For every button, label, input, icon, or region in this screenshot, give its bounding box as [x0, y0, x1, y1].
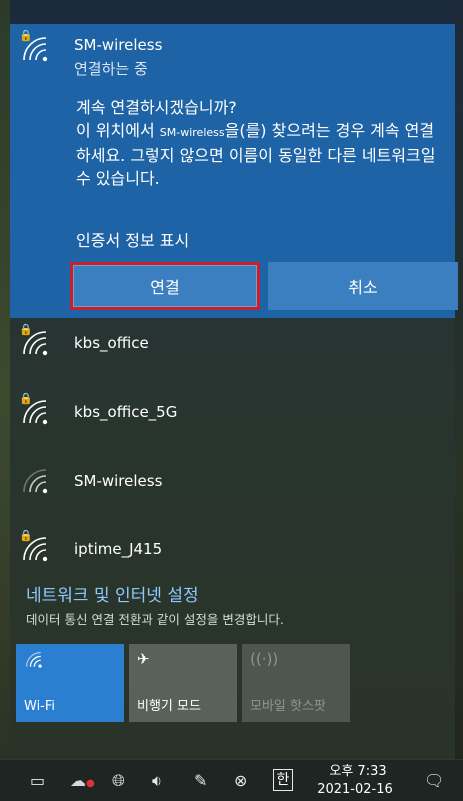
network-settings-link[interactable]: 네트워크 및 인터넷 설정 — [26, 581, 199, 606]
wifi-tile-label: Wi-Fi — [24, 699, 56, 714]
connect-button[interactable]: 연결 — [70, 262, 260, 310]
hotspot-icon: ((·)) — [250, 650, 279, 668]
network-item[interactable]: 🔒 iptime_J415 — [10, 524, 455, 584]
volume-icon[interactable]: 🔉︎ — [152, 771, 162, 791]
wifi-signal-icon — [20, 34, 48, 62]
network-item[interactable]: 🔒 kbs_office — [10, 318, 455, 378]
network-name: iptime_J415 — [74, 540, 163, 558]
selected-network-name: SM-wireless — [74, 36, 163, 54]
network-flyout: 🔒 SM-wireless 연결하는 중 계속 연결하시겠습니까? 이 위치에서… — [10, 24, 458, 759]
hotspot-tile-label: 모바일 핫스팟 — [250, 699, 326, 714]
desktop-background-left — [0, 0, 10, 801]
wifi-signal-icon — [20, 466, 48, 494]
onedrive-error-icon[interactable]: ☁● — [70, 771, 95, 790]
message-ssid: SM-wireless — [159, 126, 225, 139]
battery-icon[interactable]: ▭ — [30, 771, 45, 790]
wifi-icon — [24, 650, 42, 672]
network-name: kbs_office_5G — [74, 403, 178, 421]
wifi-signal-icon — [20, 328, 48, 356]
error-icon[interactable]: ⊗ — [234, 771, 247, 790]
certificate-info-link[interactable]: 인증서 정보 표시 — [76, 227, 189, 251]
airplane-mode-tile[interactable]: ✈ 비행기 모드 — [129, 644, 237, 722]
ime-indicator[interactable]: 한 — [273, 769, 293, 791]
clock-time[interactable]: 오후 7:33 — [318, 764, 398, 780]
confirmation-message: 계속 연결하시겠습니까? 이 위치에서 SM-wireless을(를) 찾으려는… — [76, 96, 448, 190]
network-item[interactable]: SM-wireless — [10, 456, 455, 516]
wifi-toggle-tile[interactable]: Wi-Fi — [16, 644, 124, 722]
connection-status: 연결하는 중 — [74, 60, 148, 78]
network-globe-icon[interactable]: 🌐︎ — [112, 771, 125, 791]
wifi-signal-icon — [20, 534, 48, 562]
wifi-signal-icon — [20, 397, 48, 425]
clock-date[interactable]: 2021-02-16 — [310, 782, 400, 798]
network-settings-description: 데이터 통신 연결 전환과 같이 설정을 변경합니다. — [26, 612, 284, 627]
desktop-top-strip — [0, 0, 463, 24]
selected-network-panel: 🔒 SM-wireless 연결하는 중 계속 연결하시겠습니까? 이 위치에서… — [10, 24, 458, 318]
pen-icon[interactable]: ✎ — [194, 771, 207, 790]
airplane-icon: ✈ — [137, 650, 150, 668]
mobile-hotspot-tile[interactable]: ((·)) 모바일 핫스팟 — [242, 644, 350, 722]
network-name: kbs_office — [74, 334, 149, 352]
message-question: 계속 연결하시겠습니까? — [76, 98, 237, 117]
airplane-tile-label: 비행기 모드 — [137, 699, 201, 714]
network-item[interactable]: 🔒 kbs_office_5G — [10, 387, 455, 447]
network-name: SM-wireless — [74, 472, 163, 490]
taskbar: ▭ ☁● 🌐︎ 🔉︎ ✎ ⊗ 한 오후 7:33 2021-02-16 🗨︎ — [0, 759, 463, 801]
notification-icon[interactable]: 🗨︎ — [424, 771, 444, 790]
message-body: 이 위치에서 SM-wireless을(를) 찾으려는 경우 계속 연결하세요.… — [76, 121, 436, 188]
cancel-button[interactable]: 취소 — [268, 262, 458, 310]
